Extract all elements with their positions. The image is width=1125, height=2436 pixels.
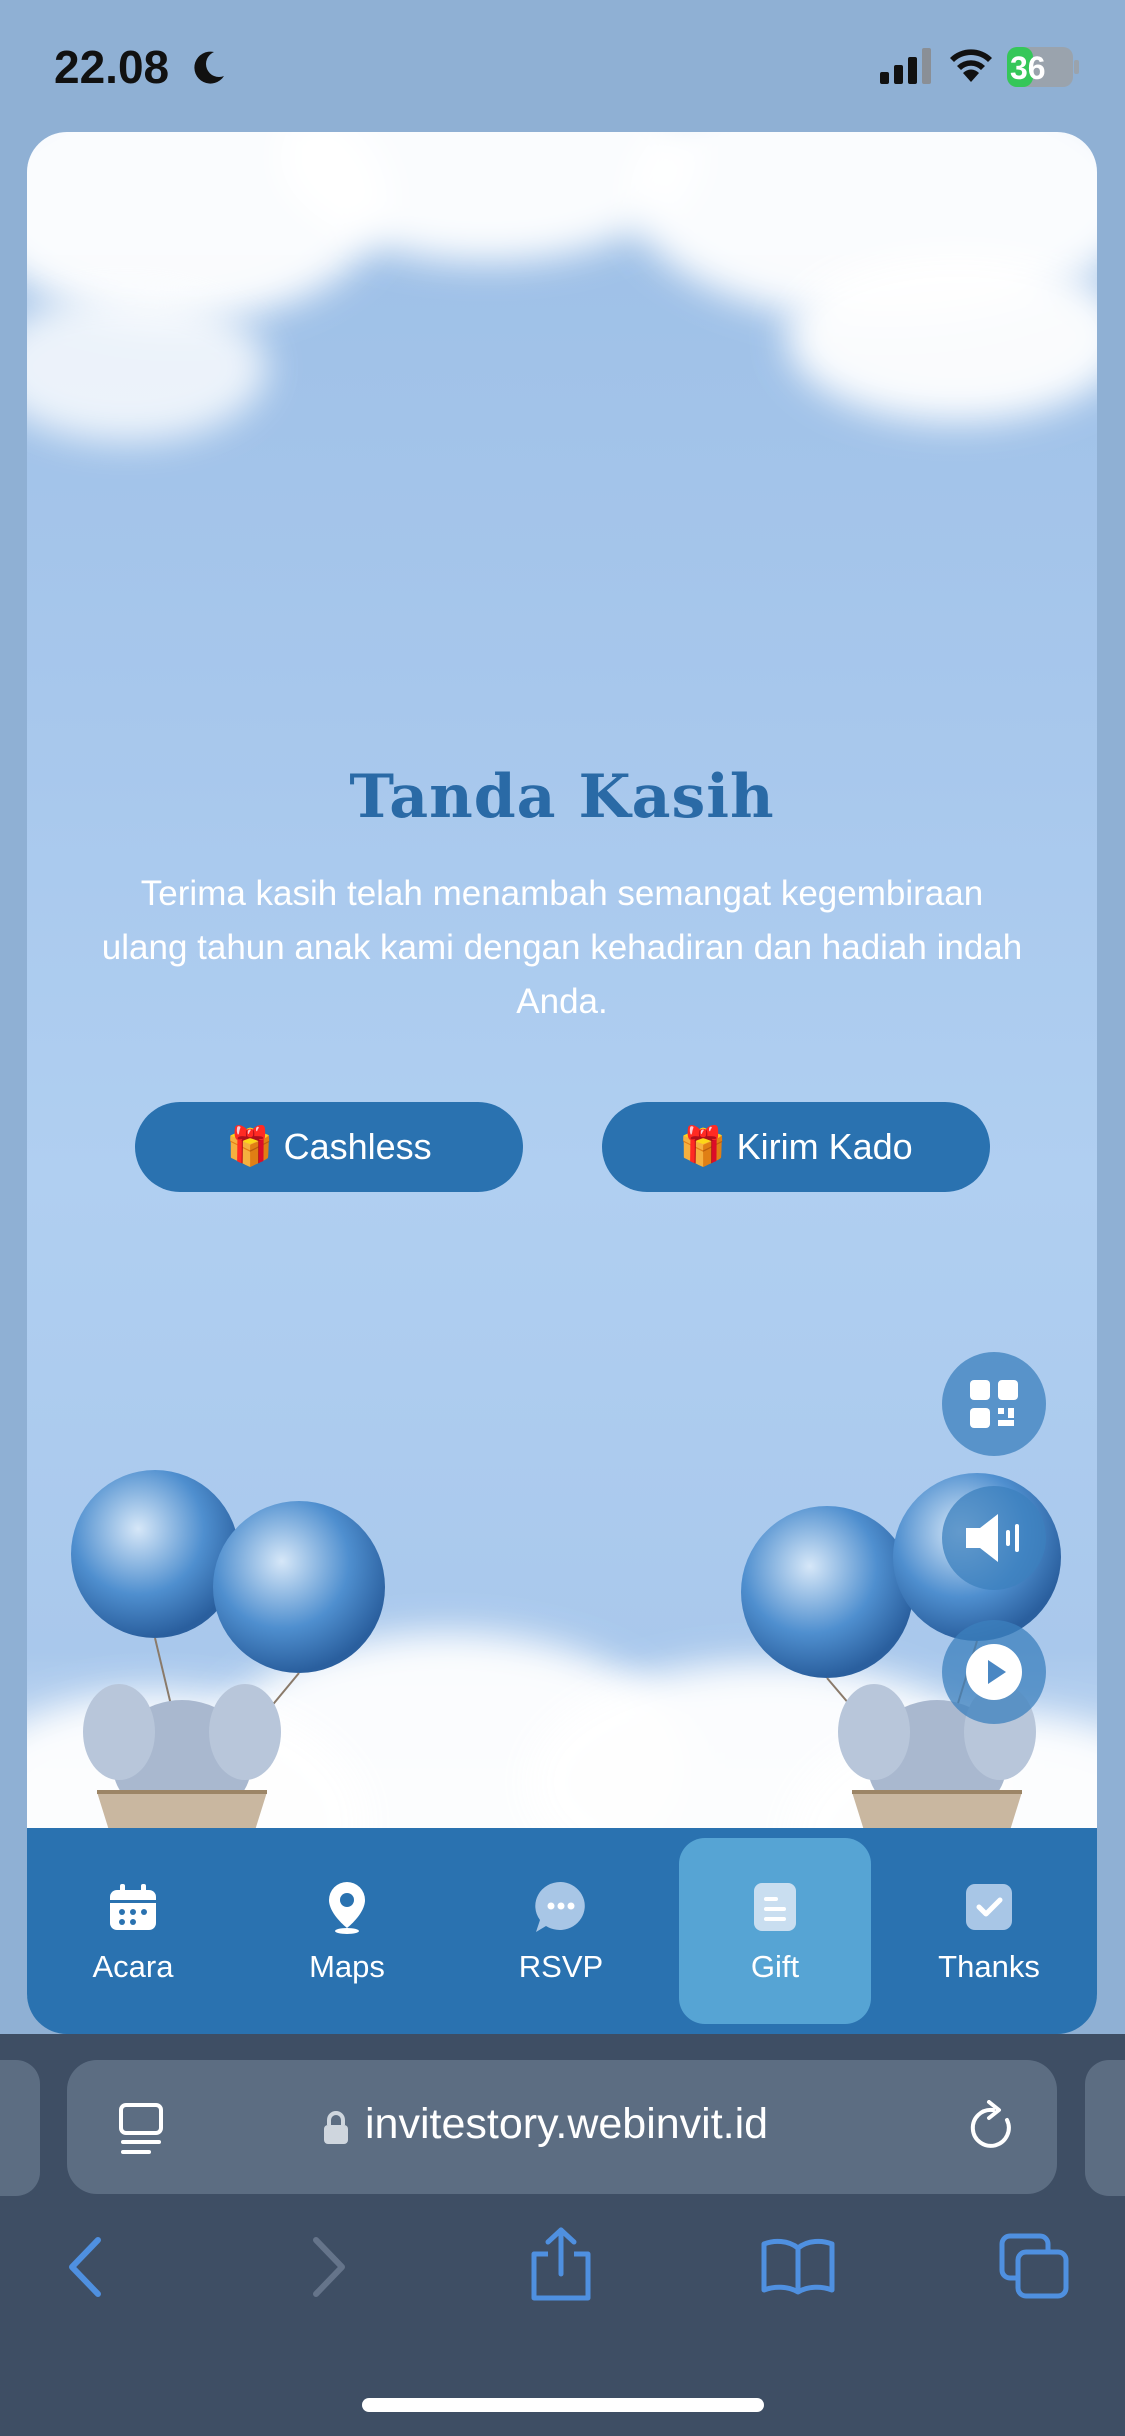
- reload-icon[interactable]: [967, 2100, 1019, 2156]
- battery-level: 36: [1010, 50, 1046, 86]
- send-gift-button[interactable]: 🎁 Kirim Kado: [602, 1102, 990, 1192]
- nav-item-gift[interactable]: Gift: [679, 1838, 871, 2024]
- cloud: [787, 252, 1097, 422]
- status-time: 22.08: [54, 41, 170, 93]
- next-tab-edge[interactable]: [1085, 2060, 1125, 2196]
- forward-icon[interactable]: [306, 2234, 352, 2300]
- signal-icon: [880, 48, 931, 84]
- sound-toggle-button[interactable]: [942, 1486, 1046, 1590]
- speaker-icon: [966, 1514, 1019, 1562]
- document-icon: [754, 1883, 796, 1931]
- address-bar[interactable]: invitestory.webinvit.id: [67, 2060, 1057, 2194]
- bottom-nav: Acara Maps RSVP Gift Thanks: [27, 1828, 1097, 2034]
- check-icon: [966, 1884, 1012, 1930]
- share-icon[interactable]: [528, 2226, 594, 2302]
- map-pin-icon: [329, 1882, 365, 1934]
- nav-label: Thanks: [938, 1949, 1040, 1984]
- url-text[interactable]: invitestory.webinvit.id: [365, 2100, 768, 2149]
- nav-item-acara[interactable]: Acara: [37, 1838, 229, 2024]
- status-bar: 22.08 36: [0, 0, 1125, 132]
- moon-icon: [194, 51, 224, 84]
- qr-code-button[interactable]: [942, 1352, 1046, 1456]
- cashless-label: Cashless: [283, 1126, 432, 1167]
- calendar-icon: [110, 1884, 156, 1930]
- home-indicator: [362, 2398, 764, 2412]
- nav-label: Gift: [750, 1949, 800, 1984]
- nav-label: Acara: [92, 1949, 174, 1984]
- send-gift-label: Kirim Kado: [736, 1126, 913, 1167]
- qr-code-icon: [970, 1380, 1018, 1428]
- autoplay-button[interactable]: [942, 1620, 1046, 1724]
- nav-item-maps[interactable]: Maps: [251, 1838, 443, 2024]
- previous-tab-edge[interactable]: [0, 2060, 40, 2196]
- tabs-icon[interactable]: [998, 2232, 1070, 2300]
- gift-icon: 🎁: [226, 1126, 274, 1168]
- nav-label: RSVP: [518, 1949, 604, 1984]
- wifi-icon: [950, 49, 992, 82]
- chat-icon: [535, 1881, 585, 1932]
- bookmarks-icon[interactable]: [760, 2236, 836, 2296]
- gift-icon: 🎁: [679, 1126, 727, 1168]
- nav-item-rsvp[interactable]: RSVP: [465, 1838, 657, 2024]
- section-title: Tanda Kasih: [349, 762, 775, 832]
- back-icon[interactable]: [62, 2234, 108, 2300]
- cashless-button[interactable]: 🎁 Cashless: [135, 1102, 523, 1192]
- reader-icon[interactable]: [117, 2102, 167, 2158]
- thank-you-message: Terima kasih telah menambah semangat keg…: [101, 874, 1023, 1021]
- nav-label: Maps: [309, 1949, 385, 1984]
- nav-item-thanks[interactable]: Thanks: [893, 1838, 1085, 2024]
- invitation-card: Tanda Kasih Terima kasih telah menambah …: [27, 132, 1097, 2032]
- lock-icon: [324, 2111, 348, 2144]
- play-icon: [966, 1644, 1022, 1700]
